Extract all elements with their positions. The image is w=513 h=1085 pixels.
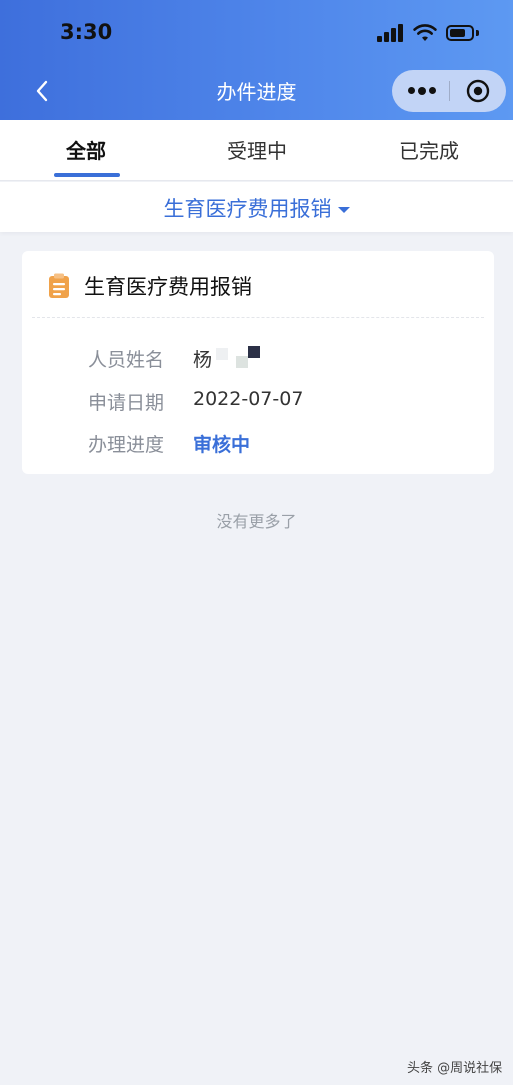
battery-tip: [476, 30, 479, 36]
name-value: 杨: [193, 349, 213, 371]
status-badge: 审核中: [193, 434, 251, 456]
watermark: 头条 @周说社保: [407, 1061, 503, 1076]
filter-dropdown[interactable]: 生育医疗费用报销: [0, 193, 513, 223]
target-icon[interactable]: [466, 79, 490, 103]
status-tabs: 全部 受理中 已完成: [0, 120, 513, 181]
name-label: 人员姓名: [88, 349, 165, 371]
progress-label: 办理进度: [88, 434, 165, 456]
capsule-divider: [449, 81, 450, 101]
more-dots-icon[interactable]: [408, 86, 436, 95]
application-card[interactable]: 生育医疗费用报销 人员姓名 杨 申请日期 2022-07-07 办理进度 审核中: [22, 251, 494, 474]
card-divider: [32, 317, 484, 318]
no-more-text: 没有更多了: [216, 512, 297, 531]
card-title: 生育医疗费用报销: [84, 275, 252, 299]
privacy-mosaic: [216, 348, 228, 360]
status-time: 3:30: [60, 20, 113, 44]
tab-completed[interactable]: 已完成: [399, 135, 459, 164]
active-tab-indicator: [54, 173, 120, 177]
clipboard-icon: [49, 273, 69, 298]
category-filter[interactable]: 生育医疗费用报销: [0, 182, 513, 232]
wifi-icon: [413, 24, 437, 41]
signal-icon: [377, 24, 405, 42]
filter-label: 生育医疗费用报销: [163, 197, 332, 221]
tab-processing[interactable]: 受理中: [227, 135, 287, 164]
tab-all[interactable]: 全部: [66, 135, 106, 164]
privacy-mosaic: [248, 346, 260, 358]
date-value: 2022-07-07: [193, 388, 304, 410]
date-label: 申请日期: [88, 392, 165, 414]
privacy-mosaic: [236, 356, 248, 368]
battery-icon: [446, 25, 474, 41]
caret-down-icon: [337, 207, 350, 213]
nav-header: 3:30 办件进度: [0, 0, 513, 120]
mini-program-capsule: [392, 70, 506, 112]
